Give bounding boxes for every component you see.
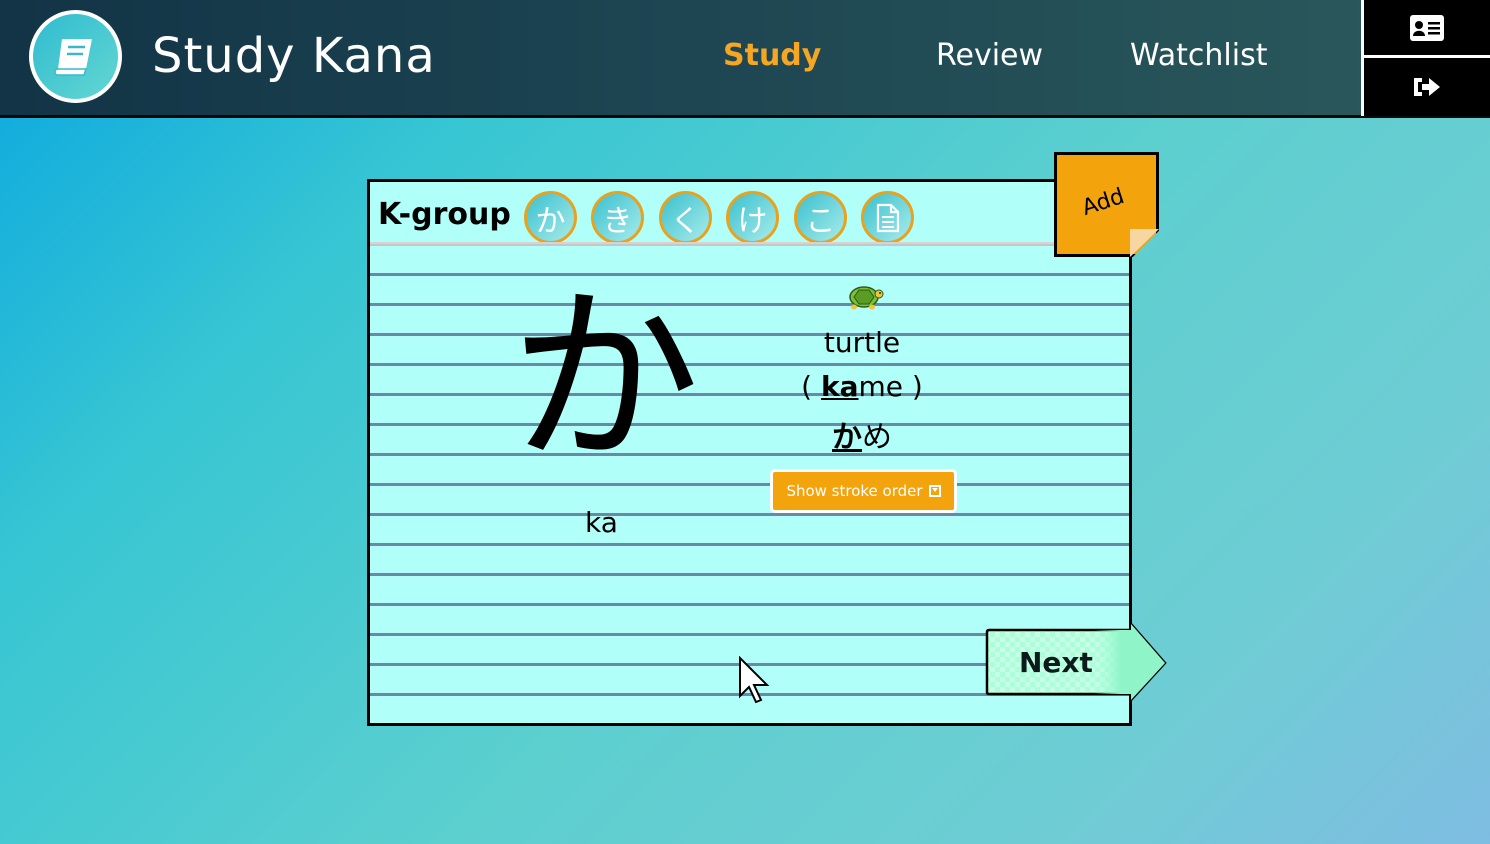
dropdown-box-icon (928, 485, 941, 497)
next-label: Next (1019, 646, 1093, 679)
account-buttons (1361, 0, 1490, 116)
book-icon (53, 38, 92, 76)
sign-out-icon (1414, 78, 1440, 96)
profile-button[interactable] (1364, 0, 1490, 58)
word-romaji: ( kame ) (801, 370, 923, 403)
group-title: K-group (378, 197, 511, 232)
nav-study[interactable]: Study (723, 38, 821, 73)
stroke-button-label: Show stroke order (786, 482, 923, 500)
word-kana: かめ (832, 420, 892, 455)
top-navigation-bar: Study Kana Study Review Watchlist (0, 0, 1490, 118)
kana-button-ko[interactable]: こ (794, 191, 847, 244)
kana-button-ki[interactable]: き (591, 191, 644, 244)
sign-out-button[interactable] (1364, 58, 1490, 116)
document-icon (876, 203, 899, 232)
main-romaji: ka (585, 506, 618, 539)
notes-button[interactable] (861, 191, 914, 244)
card-header: K-group か き く け こ (370, 182, 1129, 246)
show-stroke-order-button[interactable]: Show stroke order (770, 469, 957, 513)
turtle-icon (849, 286, 884, 310)
main-kana-character: か (510, 268, 701, 489)
kana-button-ku[interactable]: く (659, 191, 712, 244)
app-title: Study Kana (152, 28, 436, 84)
word-english: turtle (823, 326, 901, 359)
app-logo[interactable] (29, 10, 122, 103)
nav-watchlist[interactable]: Watchlist (1130, 38, 1267, 73)
kana-button-ka[interactable]: か (524, 191, 577, 244)
nav-review[interactable]: Review (936, 38, 1043, 73)
profile-card-icon (1410, 14, 1444, 41)
kana-button-ke[interactable]: け (726, 191, 779, 244)
mouse-cursor-icon (739, 656, 770, 704)
